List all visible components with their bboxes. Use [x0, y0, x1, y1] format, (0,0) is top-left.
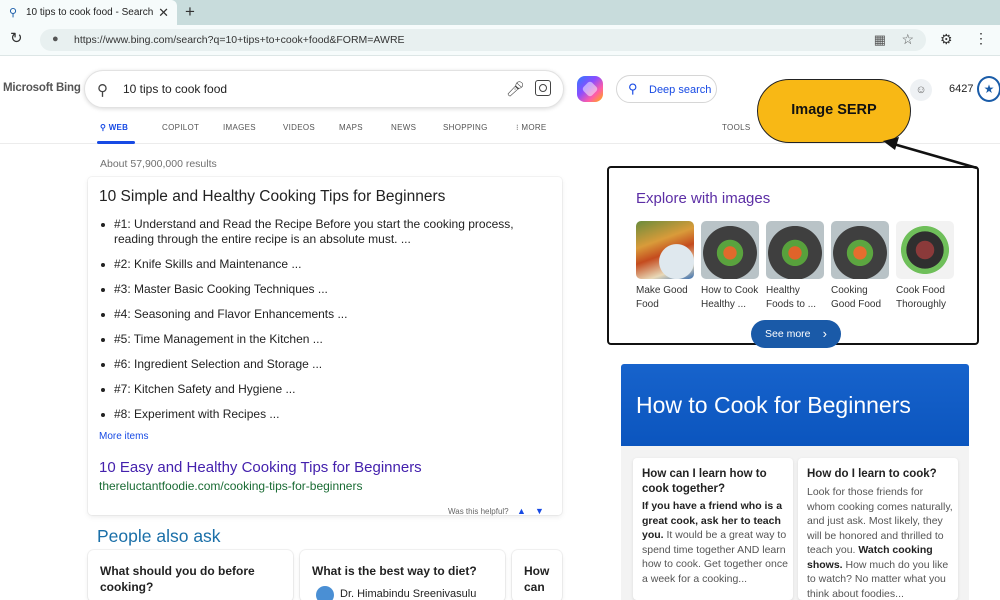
- paa-card[interactable]: What should you do before cooking?: [88, 550, 293, 600]
- deep-search-icon: ⚲: [628, 81, 638, 96]
- food-image: [831, 221, 889, 279]
- favorite-star-icon[interactable]: ☆: [901, 31, 914, 48]
- qa-panel: How can I learn how to cook together? If…: [621, 446, 969, 600]
- search-input[interactable]: 10 tips to cook food: [123, 82, 227, 96]
- food-image: [766, 221, 824, 279]
- image-caption: Cook Food Thoroughly: [896, 285, 947, 310]
- callout-label: Image SERP: [791, 102, 877, 118]
- scope-tools[interactable]: TOOLS: [722, 123, 750, 132]
- qa-question: How do I learn to cook?: [807, 468, 937, 480]
- scope-images[interactable]: IMAGES: [223, 123, 256, 132]
- food-image: [701, 221, 759, 279]
- qa-answer: Look for those friends for whom cooking …: [807, 486, 953, 600]
- scope-videos[interactable]: VIDEOS: [283, 123, 315, 132]
- scope-news[interactable]: NEWS: [391, 123, 416, 132]
- paa-question[interactable]: What is the best way to diet?: [312, 563, 497, 579]
- banner-title: How to Cook for Beginners: [636, 392, 911, 418]
- more-menu-icon[interactable]: ⋮: [974, 30, 988, 47]
- image-tile[interactable]: Cooking Good Food: [831, 221, 889, 311]
- image-caption: How to Cook Healthy ...: [701, 285, 759, 310]
- search-icon: ⚲: [97, 82, 108, 99]
- qa-question: How can I learn how to cook together?: [642, 468, 767, 495]
- snippet-title: 10 Simple and Healthy Cooking Tips for B…: [99, 188, 446, 205]
- paa-question[interactable]: How can skills?: [524, 563, 562, 595]
- food-image: [636, 221, 694, 279]
- rewards-points[interactable]: 6427: [949, 83, 973, 95]
- rewards-trophy-icon[interactable]: ★: [977, 76, 1000, 102]
- qa-answer: If you have a friend who is a great cook…: [642, 500, 788, 585]
- image-caption: Healthy Foods to ...: [766, 285, 817, 310]
- see-more-label: See more: [765, 328, 811, 340]
- list-item: #6: Ingredient Selection and Storage ...: [101, 357, 554, 372]
- paa-author: Dr. Himabindu Sreenivasulu: [340, 588, 477, 600]
- scope-maps[interactable]: MAPS: [339, 123, 363, 132]
- microphone-icon[interactable]: 🎤︎: [506, 80, 525, 98]
- new-tab-button[interactable]: +: [185, 2, 195, 22]
- scope-copilot[interactable]: COPILOT: [162, 123, 199, 132]
- copilot-icon[interactable]: [577, 76, 603, 102]
- see-more-button[interactable]: See more ›: [751, 320, 841, 348]
- scope-web[interactable]: ⚲ WEB: [100, 123, 128, 132]
- deep-search-label: Deep search: [649, 84, 712, 96]
- extensions-icon[interactable]: ⚙: [940, 31, 953, 48]
- result-title-link[interactable]: 10 Easy and Healthy Cooking Tips for Beg…: [99, 459, 422, 476]
- paa-card[interactable]: How can skills?: [512, 550, 562, 600]
- helpful-prompt: Was this helpful?: [448, 507, 509, 516]
- more-items-link[interactable]: More items: [99, 431, 148, 442]
- scope-more[interactable]: ⁝ MORE: [516, 123, 547, 132]
- image-tile[interactable]: Cook Food Thoroughly: [896, 221, 954, 311]
- search-icon: ⚲: [8, 7, 18, 19]
- annotation-callout: Image SERP: [757, 79, 911, 143]
- scope-shopping[interactable]: SHOPPING: [443, 123, 488, 132]
- thumbs-down-icon[interactable]: ▼: [535, 506, 544, 516]
- url-text[interactable]: https://www.bing.com/search?q=10+tips+to…: [74, 34, 405, 46]
- tab-title: 10 tips to cook food - Search: [26, 7, 154, 18]
- results-count: About 57,900,000 results: [100, 158, 217, 170]
- chevron-right-icon: ›: [822, 326, 827, 341]
- close-icon[interactable]: ✕: [158, 5, 169, 21]
- explore-title[interactable]: Explore with images: [636, 190, 770, 207]
- tip-list: #1: Understand and Read the Recipe Befor…: [101, 217, 554, 432]
- list-item: #1: Understand and Read the Recipe Befor…: [101, 217, 554, 247]
- paa-card[interactable]: What is the best way to diet? Dr. Himabi…: [300, 550, 505, 600]
- image-caption: Make Good Food: [636, 285, 688, 310]
- food-image: [896, 221, 954, 279]
- tab-strip: ⚲ 10 tips to cook food - Search ✕ +: [0, 0, 1000, 25]
- deep-search-button[interactable]: ⚲ Deep search: [616, 75, 717, 103]
- refresh-icon[interactable]: ↻: [10, 31, 26, 47]
- people-also-ask-title: People also ask: [97, 526, 221, 546]
- qa-card[interactable]: How do I learn to cook? Look for those f…: [798, 458, 958, 600]
- explore-with-images: Explore with images Make Good Food How t…: [607, 166, 979, 348]
- active-scope-indicator: [97, 141, 135, 144]
- qa-card[interactable]: How can I learn how to cook together? If…: [633, 458, 793, 600]
- search-box[interactable]: ⚲ 10 tips to cook food 🎤︎: [84, 70, 564, 108]
- list-item: #4: Seasoning and Flavor Enhancements ..…: [101, 307, 554, 322]
- user-avatar-icon[interactable]: ☺: [910, 79, 932, 101]
- list-item: #7: Kitchen Safety and Hygiene ...: [101, 382, 554, 397]
- browser-toolbar: ↻ ● https://www.bing.com/search?q=10+tip…: [0, 25, 1000, 56]
- list-item: #5: Time Management in the Kitchen ...: [101, 332, 554, 347]
- image-tile[interactable]: Make Good Food: [636, 221, 694, 311]
- image-tile[interactable]: Healthy Foods to ...: [766, 221, 824, 311]
- lock-icon[interactable]: ●: [52, 33, 59, 45]
- knowledge-banner[interactable]: How to Cook for Beginners: [621, 364, 969, 446]
- paa-question[interactable]: What should you do before cooking?: [100, 563, 285, 595]
- visual-search-icon[interactable]: [535, 80, 551, 96]
- browser-tab[interactable]: ⚲ 10 tips to cook food - Search ✕: [0, 0, 177, 25]
- list-item: #2: Knife Skills and Maintenance ...: [101, 257, 554, 272]
- featured-snippet: 10 Simple and Healthy Cooking Tips for B…: [88, 177, 562, 515]
- thumbs-up-icon[interactable]: ▲: [517, 506, 526, 516]
- app-icon[interactable]: ▦: [874, 32, 886, 48]
- image-caption: Cooking Good Food: [831, 285, 882, 310]
- image-tile[interactable]: How to Cook Healthy ...: [701, 221, 759, 311]
- result-url[interactable]: thereluctantfoodie.com/cooking-tips-for-…: [99, 479, 362, 493]
- list-item: #8: Experiment with Recipes ...: [101, 407, 554, 422]
- bing-logo[interactable]: Microsoft Bing: [3, 82, 81, 94]
- address-bar[interactable]: ● https://www.bing.com/search?q=10+tips+…: [40, 29, 926, 51]
- list-item: #3: Master Basic Cooking Techniques ...: [101, 282, 554, 297]
- avatar: [316, 586, 334, 600]
